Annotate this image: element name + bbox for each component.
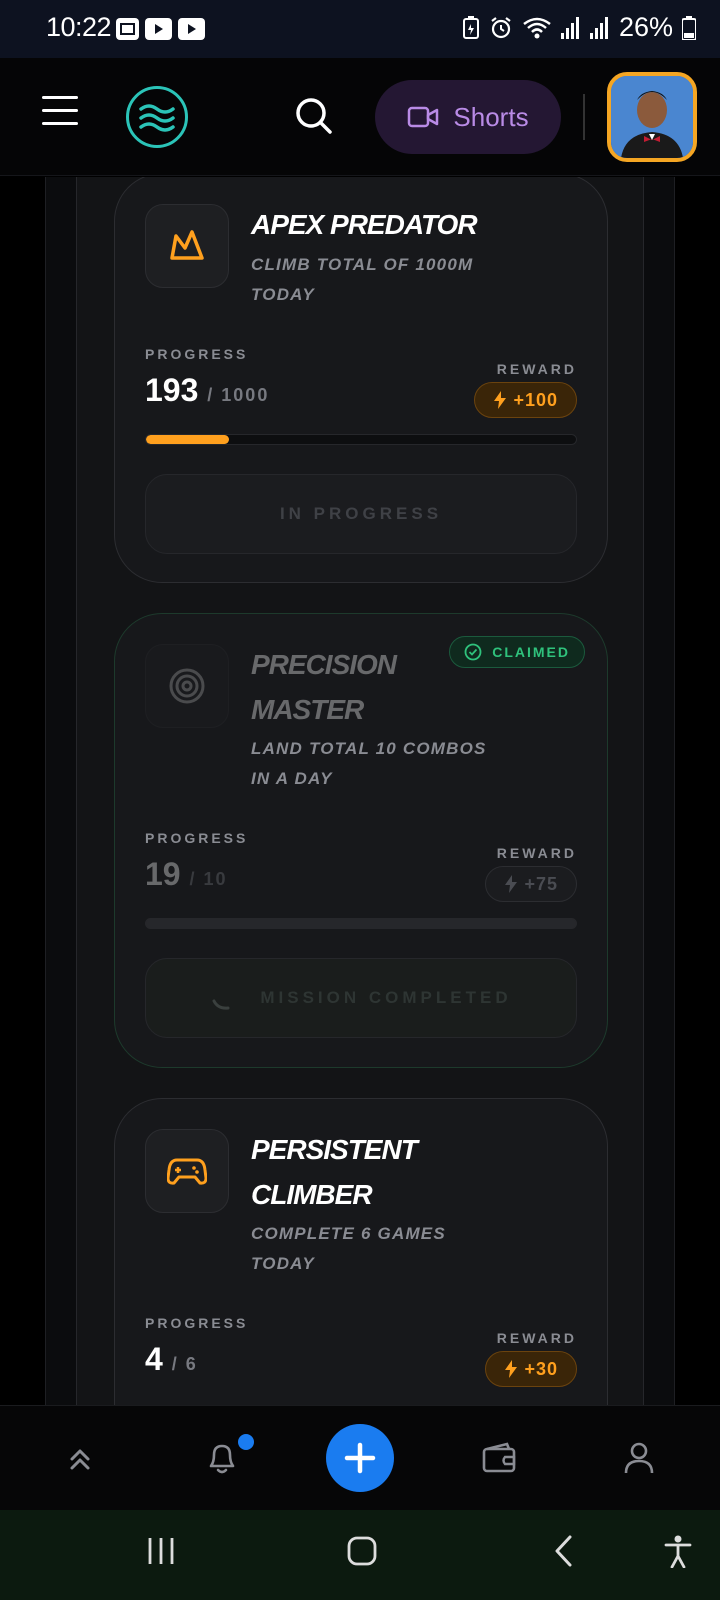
- alarm-icon: [491, 16, 511, 38]
- in-progress-button[interactable]: IN PROGRESS: [145, 474, 577, 554]
- mission-card-precision-master: CLAIMED PRECISION MASTER LAND TOTAL 10 C…: [114, 613, 608, 1068]
- progress-label: PROGRESS: [145, 830, 249, 846]
- reward-value: +75: [524, 873, 558, 894]
- progress-total: / 6: [171, 1354, 198, 1374]
- youtube-icon: [145, 18, 172, 40]
- progress-value: 193 / 1000: [145, 372, 269, 409]
- mission-title: PERSISTENT CLIMBER: [251, 1134, 418, 1210]
- progress-bar-fill: [146, 435, 229, 444]
- home-icon[interactable]: [346, 1534, 378, 1573]
- system-nav-bar: [0, 1510, 720, 1600]
- lightning-icon: [505, 1360, 518, 1378]
- reward-label: REWARD: [496, 1330, 577, 1346]
- mission-card-persistent-climber: PERSISTENT CLIMBER COMPLETE 6 GAMES TODA…: [114, 1098, 608, 1405]
- notification-dot: [238, 1434, 254, 1450]
- progress-total: / 10: [189, 869, 228, 889]
- battery-percent: 26%: [618, 12, 673, 42]
- waves-logo-icon[interactable]: [126, 86, 188, 148]
- mission-description: LAND TOTAL 10 COMBOS IN A DAY: [251, 739, 487, 788]
- progress-value: 19 / 10: [145, 856, 228, 893]
- avatar[interactable]: [607, 72, 697, 162]
- app-header: Shorts: [0, 58, 720, 176]
- missions-scroll-area[interactable]: APEX PREDATOR CLIMB TOTAL OF 1000M TODAY…: [0, 177, 720, 1405]
- signal-icon: [560, 16, 579, 39]
- spinner-icon: [212, 999, 230, 1010]
- progress-current: 4: [145, 1341, 163, 1377]
- header-divider: [583, 94, 585, 140]
- search-icon[interactable]: [294, 96, 334, 136]
- wallet-icon[interactable]: [477, 1436, 521, 1480]
- bottom-nav: [0, 1405, 720, 1510]
- mission-completed-label: MISSION COMPLETED: [260, 988, 512, 1007]
- battery-saver-icon: [462, 15, 479, 39]
- user-icon[interactable]: [617, 1436, 661, 1480]
- progress-bar: [145, 918, 577, 929]
- mission-completed-button[interactable]: MISSION COMPLETED: [145, 958, 577, 1038]
- accessibility-icon[interactable]: [663, 1534, 693, 1573]
- gallery-icon: [116, 18, 139, 40]
- progress-label: PROGRESS: [145, 346, 249, 362]
- lightning-icon: [505, 875, 518, 893]
- reward-badge: +100: [474, 382, 577, 418]
- chevrons-up-icon[interactable]: [58, 1436, 102, 1480]
- crown-icon: [145, 204, 229, 288]
- reward-label: REWARD: [496, 361, 577, 377]
- reward-badge: +75: [485, 866, 577, 902]
- reward-label: REWARD: [496, 845, 577, 861]
- reward-badge: +30: [485, 1351, 577, 1387]
- claimed-label: CLAIMED: [492, 644, 570, 660]
- progress-value: 4 / 6: [145, 1341, 198, 1378]
- target-icon: [145, 644, 229, 728]
- progress-bar: [145, 434, 577, 445]
- reward-value: +30: [524, 1358, 558, 1379]
- reward-value: +100: [513, 389, 558, 410]
- shorts-label: Shorts: [453, 101, 529, 132]
- plus-icon[interactable]: [326, 1424, 394, 1492]
- mission-title: APEX PREDATOR: [251, 209, 478, 240]
- lightning-icon: [494, 391, 507, 409]
- signal-icon: [589, 16, 608, 39]
- progress-total: / 1000: [207, 385, 270, 405]
- progress-current: 19: [145, 856, 181, 892]
- shorts-button[interactable]: Shorts: [375, 80, 561, 154]
- progress-label: PROGRESS: [145, 1315, 249, 1331]
- video-camera-icon: [408, 106, 439, 128]
- mission-card-apex-predator: APEX PREDATOR CLIMB TOTAL OF 1000M TODAY…: [114, 177, 608, 583]
- hamburger-icon[interactable]: [42, 96, 78, 128]
- mission-description: COMPLETE 6 GAMES TODAY: [251, 1224, 446, 1273]
- youtube-icon: [178, 18, 205, 40]
- mission-title: PRECISION MASTER: [251, 649, 397, 725]
- recents-icon[interactable]: [146, 1534, 176, 1573]
- gamepad-icon: [145, 1129, 229, 1213]
- mission-description: CLIMB TOTAL OF 1000M TODAY: [251, 255, 474, 304]
- status-time: 10:22: [46, 12, 112, 42]
- status-bar: 10:22 26%: [0, 0, 720, 58]
- progress-current: 193: [145, 372, 199, 408]
- battery-icon: [682, 15, 696, 40]
- back-icon[interactable]: [552, 1534, 576, 1573]
- wifi-icon: [523, 17, 551, 38]
